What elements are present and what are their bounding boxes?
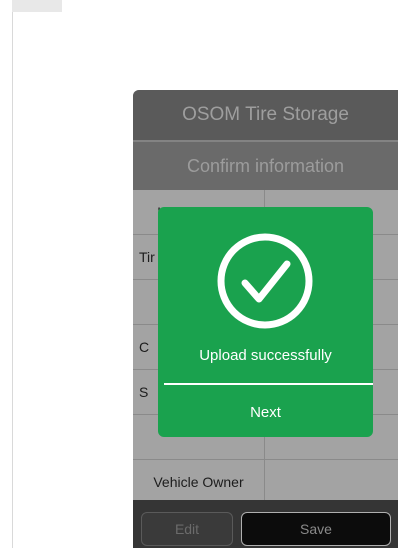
next-button[interactable]: Next <box>158 387 373 437</box>
save-button[interactable]: Save <box>241 512 391 546</box>
divider <box>12 12 13 548</box>
success-dialog: Upload successfully Next <box>158 207 373 437</box>
dialog-divider <box>164 383 373 385</box>
edit-button[interactable]: Edit <box>141 512 233 546</box>
bottom-toolbar: Edit Save <box>133 500 398 548</box>
checkmark-circle-icon <box>217 233 313 329</box>
vehicle-owner-label: Vehicle Owner <box>133 460 265 504</box>
app-title: OSOM Tire Storage <box>133 90 398 140</box>
vehicle-owner-value <box>265 460 398 504</box>
corner-mark <box>12 0 62 12</box>
dialog-message: Upload successfully <box>199 347 332 364</box>
page-title: Confirm information <box>133 140 398 190</box>
table-row: Vehicle Owner <box>133 460 398 505</box>
